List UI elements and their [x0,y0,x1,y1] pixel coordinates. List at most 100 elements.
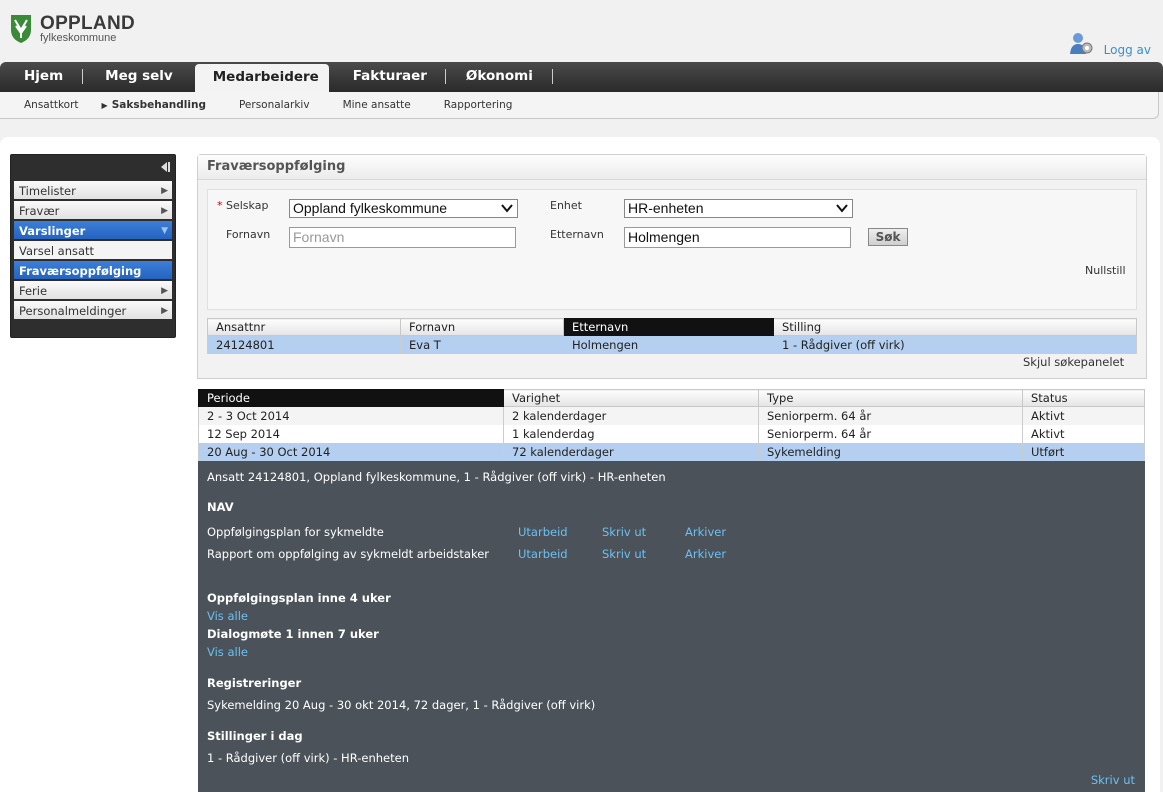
chevron-right-icon: ▶ [161,286,168,296]
nav-heading: NAV [207,500,234,514]
tab-okonomi[interactable]: Økonomi [446,62,553,92]
absence-detail-panel: Ansatt 24124801, Oppland fylkeskommune, … [198,461,1145,792]
print-detail-link[interactable]: Skriv ut [1091,773,1135,787]
chevron-right-icon: ▶ [161,206,168,216]
column-header-sorted[interactable]: Etternavn [563,318,774,336]
sidebar-item-label: Timelister [19,184,76,198]
column-header[interactable]: Stilling [773,318,1137,336]
collapse-sidebar-icon[interactable] [159,161,171,173]
sidebar-item-label: Ferie [19,284,48,298]
results-table: Ansattnr Fornavn Etternavn Stilling 2412… [207,318,1137,354]
subnav-personalarkiv[interactable]: Personalarkiv [239,99,310,111]
main-nav: Hjem Meg selv Medarbeidere Fakturaer Øko… [0,62,1163,92]
archive-link[interactable]: Arkiver [685,525,726,539]
column-header[interactable]: Status [1022,389,1145,407]
company-select[interactable]: Oppland fylkeskommune [289,199,518,218]
chevron-right-icon: ▶ [161,306,168,316]
search-button[interactable]: Søk [868,228,908,246]
logout-link[interactable]: Logg av [1068,30,1151,57]
logo[interactable]: OPPLAND fylkeskommune [10,14,135,44]
table-row[interactable]: 24124801 Eva T Holmengen 1 - Rådgiver (o… [207,335,1137,354]
unit-select-value: HR-enheten [628,200,704,216]
sidebar-item-fravaer[interactable]: Fravær ▶ [14,201,172,221]
sidebar-item-ferie[interactable]: Ferie ▶ [14,281,172,301]
lastname-input[interactable]: Holmengen [624,227,851,248]
print-link[interactable]: Skriv ut [602,525,646,539]
column-header[interactable]: Type [758,389,1023,407]
required-marker: * [217,199,223,212]
table-row-selected[interactable]: 20 Aug - 30 Oct 2014 72 kalenderdager Sy… [198,442,1145,461]
chevron-down-icon [501,204,513,213]
positions-heading: Stillinger i dag [207,729,303,743]
sidebar-item-timelister[interactable]: Timelister ▶ [14,181,172,201]
table-cell: Seniorperm. 64 år [758,424,1023,443]
sub-nav: Ansattkort ▶ Saksbehandling Personalarkiv… [0,92,1159,119]
chevron-down-icon: ▼ [161,226,168,236]
doc-name: Oppfølgingsplan for sykmeldte [207,525,384,539]
table-cell: Seniorperm. 64 år [758,406,1023,425]
sidebar-item-fravaersoppfolging[interactable]: Fraværsoppfølging [14,261,172,281]
logout-label[interactable]: Logg av [1104,43,1151,57]
subnav-mine-ansatte[interactable]: Mine ansatte [343,99,411,111]
table-cell: Eva T [400,335,564,354]
sidebar-item-varslinger[interactable]: Varslinger ▼ [14,221,172,241]
doc-name: Rapport om oppfølging av sykmeldt arbeid… [207,547,490,561]
chevron-right-icon: ▶ [161,186,168,196]
firstname-label: Fornavn [226,228,271,241]
table-cell: 12 Sep 2014 [198,424,504,443]
tab-medarbeidere[interactable]: Medarbeidere [194,64,329,92]
table-cell: 2 - 3 Oct 2014 [198,406,504,425]
tab-fakturaer[interactable]: Fakturaer [329,62,447,92]
column-header-sorted[interactable]: Periode [198,389,504,407]
plan-show-all-link[interactable]: Vis alle [207,609,248,623]
search-form: * Selskap Oppland fylkeskommune Enhet HR… [207,189,1137,310]
table-cell: 1 kalenderdag [503,424,759,443]
firstname-input[interactable]: Fornavn [289,227,516,248]
employee-summary: Ansatt 24124801, Oppland fylkeskommune, … [207,470,666,484]
company-select-value: Oppland fylkeskommune [293,200,448,216]
table-cell: 24124801 [207,335,401,354]
sidebar-item-label: Varslinger [19,224,86,238]
registration-text: Sykemelding 20 Aug - 30 okt 2014, 72 dag… [207,698,596,712]
table-cell: 20 Aug - 30 Oct 2014 [198,442,504,461]
table-cell: Utført [1022,442,1145,461]
logo-name: OPPLAND [40,13,135,34]
company-label-text: Selskap [226,199,269,212]
sidebar-item-varsel-ansatt[interactable]: Varsel ansatt [14,241,172,261]
caret-right-icon: ▶ [101,101,108,110]
tab-hjem[interactable]: Hjem [0,62,84,92]
sidebar-item-label: Fraværsoppfølging [19,264,142,278]
table-row[interactable]: 12 Sep 2014 1 kalenderdag Seniorperm. 64… [198,424,1145,443]
user-settings-icon [1069,33,1093,54]
sidebar-item-label: Personalmeldinger [19,304,127,318]
search-panel: Fraværsoppfølging * Selskap Oppland fylk… [197,154,1147,379]
table-cell: Sykemelding [758,442,1023,461]
prepare-link[interactable]: Utarbeid [518,525,568,539]
reset-link[interactable]: Nullstill [1085,264,1126,277]
sidebar-item-personalmeldinger[interactable]: Personalmeldinger ▶ [14,301,172,321]
tab-meg-selv[interactable]: Meg selv [83,62,195,92]
subnav-ansattkort[interactable]: Ansattkort [24,99,79,111]
subnav-saksbehandling-label: Saksbehandling [111,99,206,111]
subnav-saksbehandling[interactable]: ▶ Saksbehandling [102,99,206,111]
shield-logo-icon [11,15,31,43]
lastname-label: Etternavn [550,228,604,241]
logo-subtitle: fylkeskommune [40,32,117,44]
table-row[interactable]: 2 - 3 Oct 2014 2 kalenderdager Seniorper… [198,406,1145,425]
unit-label: Enhet [550,199,582,212]
unit-select[interactable]: HR-enheten [624,199,853,218]
table-cell: Aktivt [1022,406,1145,425]
sidebar-item-label: Fravær [19,204,60,218]
hide-search-panel-link[interactable]: Skjul søkepanelet [1023,355,1124,369]
archive-link[interactable]: Arkiver [685,547,726,561]
dialog-show-all-link[interactable]: Vis alle [207,645,248,659]
print-link[interactable]: Skriv ut [602,547,646,561]
position-text: 1 - Rådgiver (off virk) - HR-enheten [207,751,409,765]
column-header[interactable]: Varighet [503,389,759,407]
subnav-rapportering[interactable]: Rapportering [444,99,513,111]
column-header[interactable]: Ansattnr [207,318,401,336]
prepare-link[interactable]: Utarbeid [518,547,568,561]
table-cell: Holmengen [563,335,774,354]
plan-heading: Oppfølgingsplan inne 4 uker [207,591,391,605]
column-header[interactable]: Fornavn [400,318,564,336]
